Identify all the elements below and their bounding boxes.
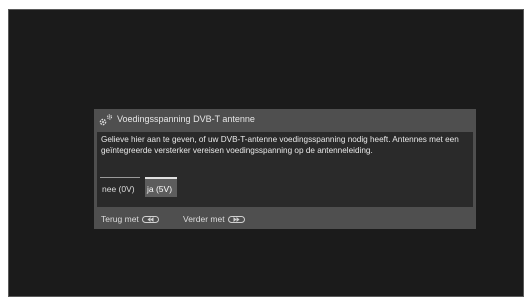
back-hint-label: Terug met [101, 214, 139, 224]
dialog-footer: Terug met Verder met [94, 210, 476, 228]
settings-gears-icon [98, 113, 114, 127]
tv-screen: Voedingsspanning DVB-T antenne Gelieve h… [8, 9, 524, 297]
dialog-title: Voedingsspanning DVB-T antenne [117, 114, 255, 124]
antenna-power-dialog: Voedingsspanning DVB-T antenne Gelieve h… [94, 109, 476, 229]
rewind-key-icon [141, 215, 159, 223]
back-hint[interactable]: Terug met [101, 214, 159, 224]
next-hint[interactable]: Verder met [183, 214, 245, 224]
option-label: ja (5V) [147, 184, 173, 194]
dialog-body: Gelieve hier aan te geven, of uw DVB-T-a… [97, 132, 473, 207]
fast-forward-key-icon [227, 215, 245, 223]
option-no-0v[interactable]: nee (0V) [100, 177, 140, 197]
option-label: nee (0V) [102, 184, 135, 194]
dialog-message: Gelieve hier aan te geven, of uw DVB-T-a… [101, 135, 459, 155]
dialog-header: Voedingsspanning DVB-T antenne [94, 109, 476, 131]
option-yes-5v[interactable]: ja (5V) [145, 177, 177, 197]
next-hint-label: Verder met [183, 214, 225, 224]
